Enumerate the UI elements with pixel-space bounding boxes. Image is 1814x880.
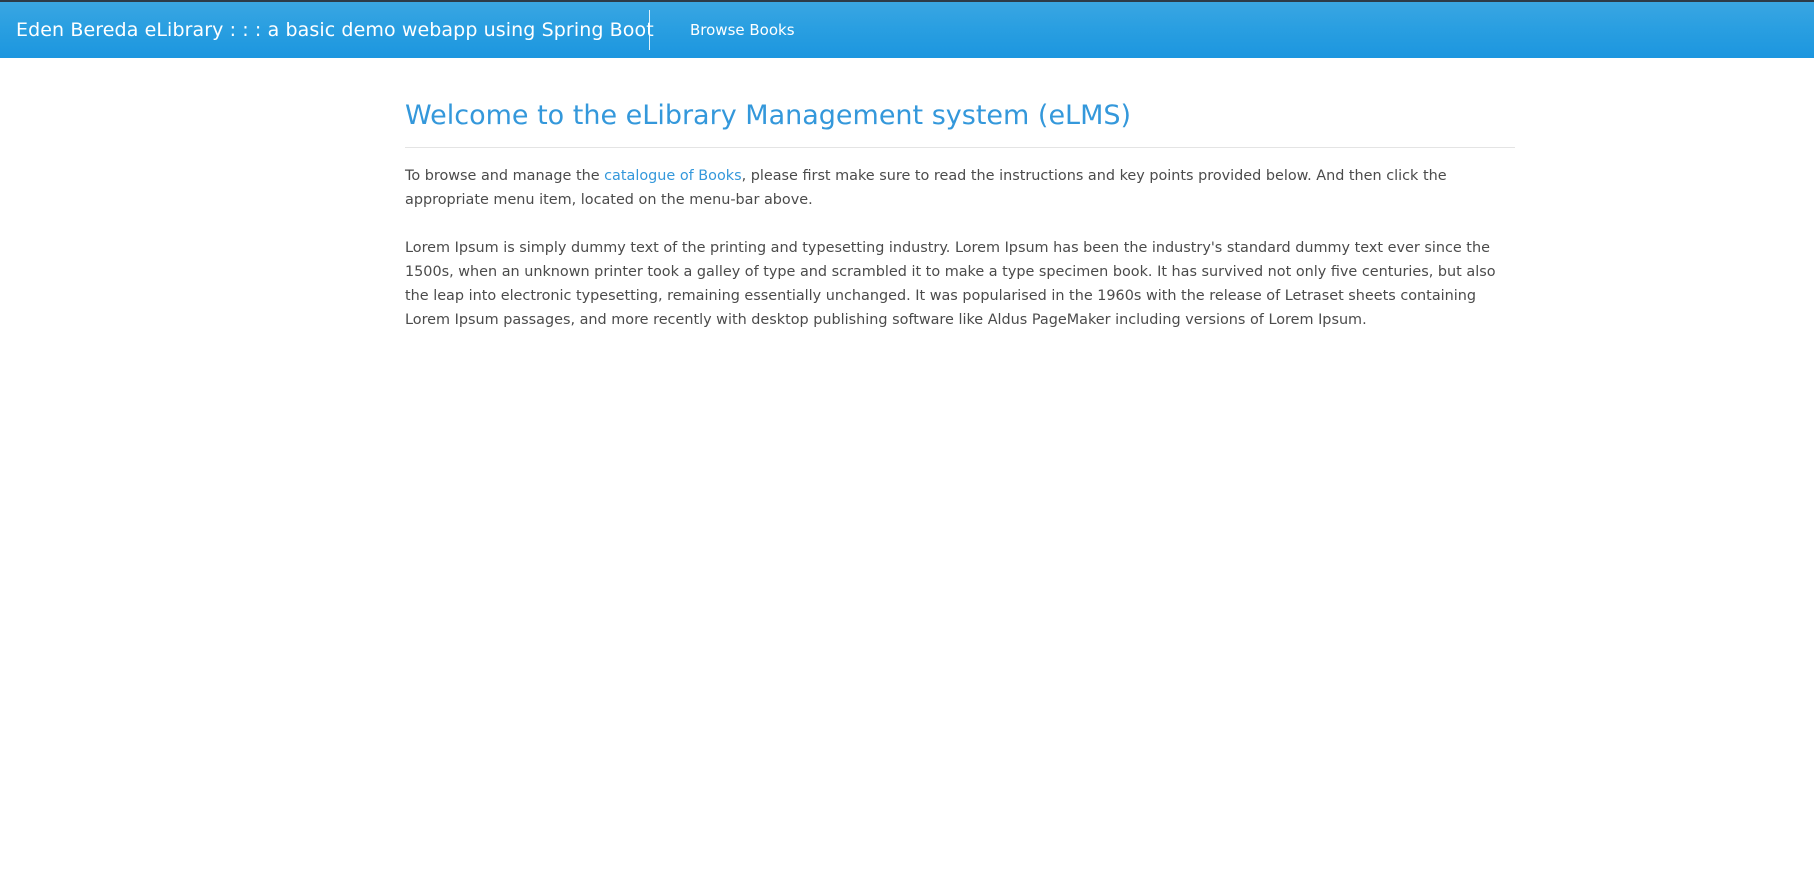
catalogue-of-books-link[interactable]: catalogue of Books xyxy=(604,168,741,184)
intro-text-before: To browse and manage the xyxy=(405,168,605,184)
main-content: Welcome to the eLibrary Management syste… xyxy=(405,96,1515,332)
lorem-paragraph: Lorem Ipsum is simply dummy text of the … xyxy=(405,240,1496,328)
page-title: Welcome to the eLibrary Management syste… xyxy=(405,100,1132,131)
navbar-divider xyxy=(649,10,650,50)
intro-paragraph: To browse and manage the catalogue of Bo… xyxy=(405,164,1515,212)
title-divider xyxy=(405,147,1515,148)
nav-browse-books-link[interactable]: Browse Books xyxy=(690,2,795,58)
top-navbar: Eden Bereda eLibrary : : : a basic demo … xyxy=(0,0,1814,58)
brand-link[interactable]: Eden Bereda eLibrary : : : a basic demo … xyxy=(16,2,654,58)
